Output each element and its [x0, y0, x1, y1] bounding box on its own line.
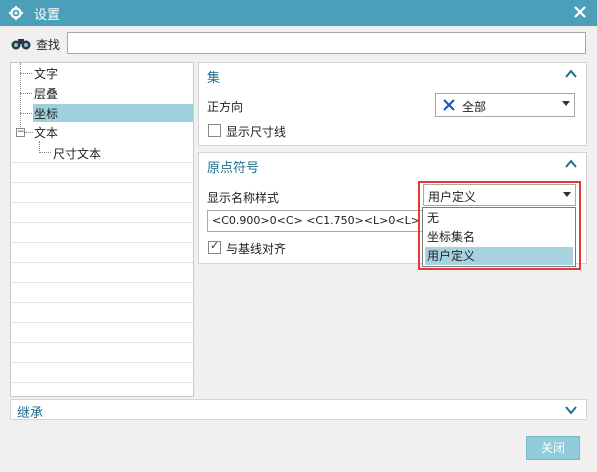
row-divider: [11, 182, 193, 183]
close-icon[interactable]: [571, 3, 589, 21]
row-divider: [11, 322, 193, 323]
set-panel-title: 集: [207, 71, 221, 86]
inherit-panel[interactable]: 继承: [10, 399, 587, 421]
align-baseline-label: 与基线对齐: [226, 242, 287, 256]
row-divider: [11, 262, 193, 263]
name-style-label: 显示名称样式: [207, 191, 280, 205]
row-divider: [11, 242, 193, 243]
expression-input[interactable]: <C0.900>0<C> <C1.750><L>0<L>: [207, 210, 429, 232]
chevron-up-icon[interactable]: [564, 67, 578, 81]
gear-icon: [8, 5, 24, 21]
tree-line: [25, 132, 33, 133]
inherit-title: 继承: [17, 406, 44, 421]
origin-panel-header[interactable]: 原点符号: [199, 153, 586, 177]
tree-item-coordinate[interactable]: 坐标: [34, 105, 58, 122]
row-divider: [11, 302, 193, 303]
show-dim-line-label: 显示尺寸线: [226, 125, 287, 139]
row-divider: [11, 162, 193, 163]
chevron-down-icon: [562, 101, 570, 106]
category-tree: − 文字 层叠 坐标 文本 尺寸文本: [10, 62, 194, 397]
highlight-box: [418, 181, 581, 270]
chevron-up-icon[interactable]: [564, 157, 578, 171]
direction-value: 全部: [462, 100, 487, 114]
tree-item-text[interactable]: 文字: [34, 65, 58, 82]
direction-label: 正方向: [207, 100, 244, 114]
row-divider: [11, 222, 193, 223]
tree-line: [39, 152, 51, 153]
show-dim-line-checkbox[interactable]: [208, 124, 221, 137]
set-panel: 集 正方向 全部 显示尺寸线: [198, 62, 587, 146]
tree-line: [20, 113, 32, 114]
row-divider: [11, 282, 193, 283]
chevron-down-icon[interactable]: [564, 403, 578, 417]
tree-item-text-node[interactable]: 文本: [34, 124, 58, 141]
expression-value: <C0.900>0<C> <C1.750><L>0<L>: [212, 214, 420, 227]
direction-select[interactable]: 全部: [435, 93, 575, 117]
cross-icon: [442, 98, 456, 115]
row-divider: [11, 362, 193, 363]
tree-line: [20, 93, 32, 94]
search-input[interactable]: [67, 32, 586, 54]
align-baseline-checkbox[interactable]: [208, 239, 221, 254]
row-divider: [11, 202, 193, 203]
tree-item-stacking[interactable]: 层叠: [34, 85, 58, 102]
window-title: 设置: [34, 7, 61, 23]
close-button[interactable]: 关闭: [526, 436, 580, 460]
row-divider: [11, 382, 193, 383]
set-panel-header[interactable]: 集: [199, 63, 586, 87]
binoculars-icon: [10, 35, 32, 51]
origin-panel-title: 原点符号: [207, 161, 260, 176]
row-divider: [11, 342, 193, 343]
collapse-icon[interactable]: −: [16, 128, 25, 137]
search-row: 查找: [0, 26, 597, 60]
tree-line: [20, 73, 32, 74]
search-label: 查找: [36, 38, 61, 52]
tree-item-dimension-text[interactable]: 尺寸文本: [53, 145, 101, 162]
title-bar: 设置: [0, 0, 597, 26]
